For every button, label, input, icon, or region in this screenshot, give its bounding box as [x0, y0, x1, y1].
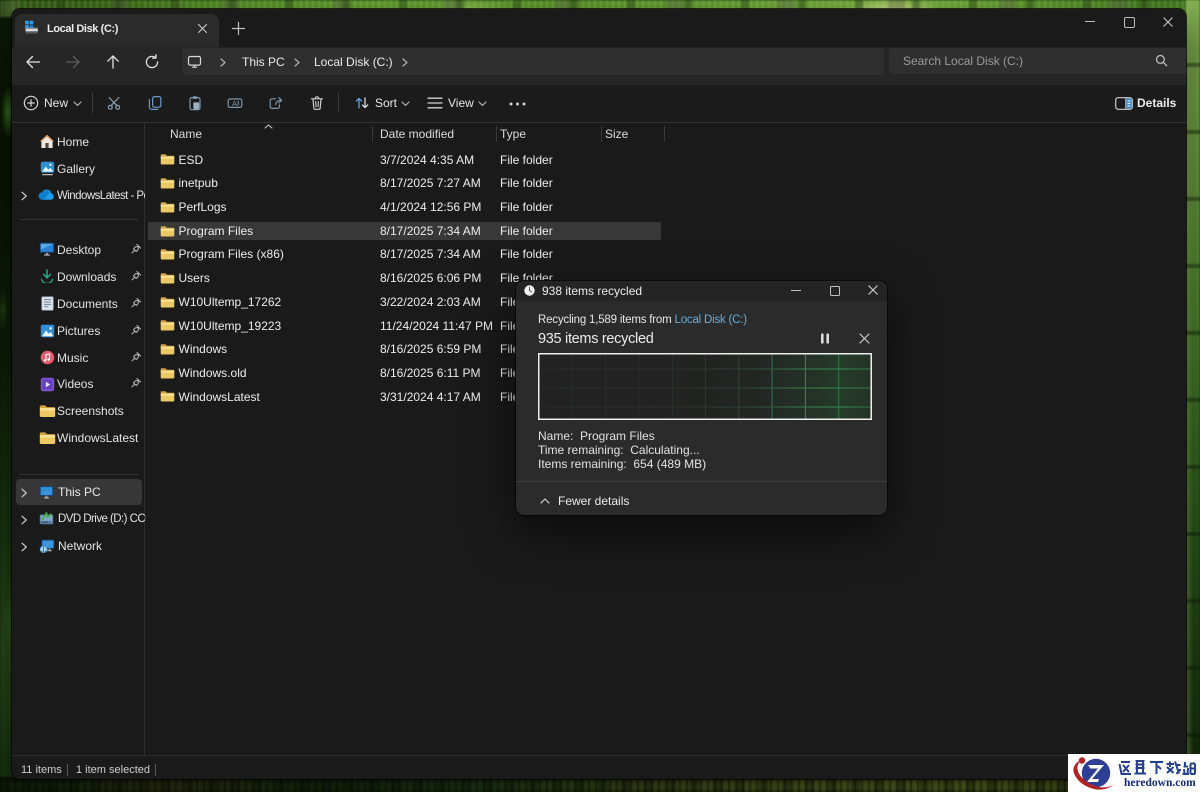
- svg-text:A: A: [232, 99, 237, 108]
